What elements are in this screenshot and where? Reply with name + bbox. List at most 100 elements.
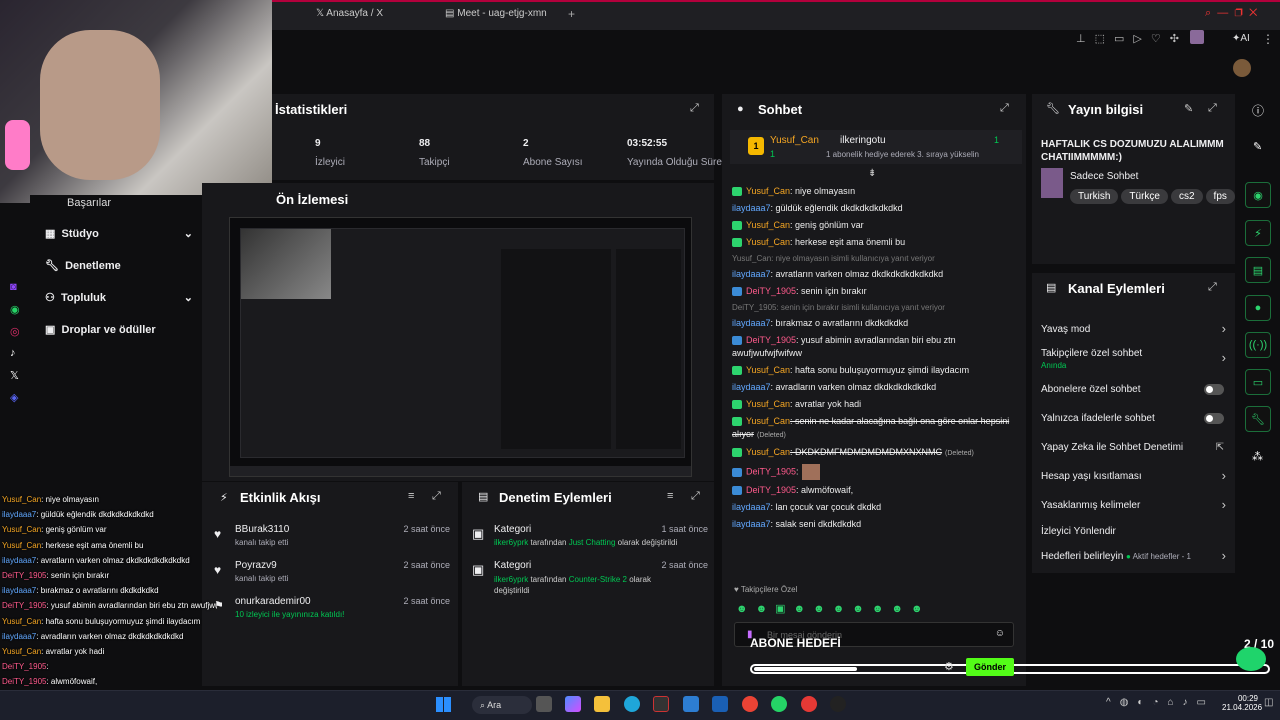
discord-icon[interactable]: ◈ xyxy=(10,391,18,404)
windows-start-icon[interactable] xyxy=(436,697,451,712)
heart-icon[interactable]: ♡ xyxy=(1151,33,1170,45)
ai-moderation-row[interactable]: Yapay Zeka ile Sohbet Denetimi ⇱ xyxy=(1041,442,1226,453)
store-icon[interactable] xyxy=(683,696,699,712)
broadcast-icon[interactable]: ((·)) xyxy=(1245,332,1271,358)
screenshot-icon[interactable]: ⬚ xyxy=(1095,33,1114,45)
new-tab-button[interactable]: + xyxy=(568,7,575,21)
taskbar-search[interactable]: ⌕ Ara xyxy=(472,696,532,714)
list-icon[interactable]: ▤ xyxy=(1245,257,1271,283)
chat-username[interactable]: Yusuf_Can xyxy=(746,220,790,230)
nav-item-drops[interactable]: ▣ Droplar ve ödüller xyxy=(45,323,156,336)
pin-icon[interactable]: ⊥ xyxy=(1076,33,1095,45)
filter-icon[interactable]: ≡ xyxy=(408,490,414,502)
notification-icon[interactable]: ◫ xyxy=(1264,697,1273,708)
cast-icon[interactable]: ▭ xyxy=(1114,33,1133,45)
chat-username[interactable]: ilaydaaa7 xyxy=(732,269,771,279)
chat-username[interactable]: Yusuf_Can xyxy=(746,447,790,457)
ai-button[interactable]: ✦AI xyxy=(1232,33,1250,44)
subs-chat-toggle[interactable] xyxy=(1204,384,1224,395)
expand-icon[interactable]: ⤢ xyxy=(1000,102,1009,115)
nav-item-moderation[interactable]: 🔧︎ Denetleme xyxy=(45,259,121,272)
play-icon[interactable]: ▷ xyxy=(1133,33,1150,45)
followers-chat-row[interactable]: Takipçilere özel sohbet Anında › xyxy=(1041,348,1226,370)
monitor-icon[interactable]: ▭ xyxy=(1245,369,1271,395)
chat-username[interactable]: Yusuf_Can xyxy=(746,365,790,375)
menu-dots-icon[interactable]: ⋮ xyxy=(1262,32,1274,46)
camera-icon[interactable]: ◉ xyxy=(1245,182,1271,208)
chat-username[interactable]: ilaydaaa7 xyxy=(732,519,771,529)
chat-username[interactable]: DeiTY_1905 xyxy=(746,466,796,476)
info-icon[interactable]: ⓘ xyxy=(1252,102,1264,119)
chat-username[interactable]: ilaydaaa7 xyxy=(732,382,771,392)
filter-icon[interactable]: ≡ xyxy=(667,490,673,502)
settings-icon[interactable]: ⚙ xyxy=(944,660,954,673)
tag[interactable]: Turkish xyxy=(1070,189,1119,204)
edge-icon[interactable] xyxy=(624,696,640,712)
expand-icon[interactable]: ⤢ xyxy=(432,490,441,503)
twitch-icon[interactable]: ◙ xyxy=(10,281,17,293)
emote-chat-toggle[interactable] xyxy=(1204,413,1224,424)
chat-username[interactable]: ilaydaaa7 xyxy=(732,203,771,213)
emoji-icon[interactable]: ☺ xyxy=(995,628,1005,639)
stats-panel: İstatistikleri ⤢ 9 İzleyici 88 Takipçi 2 Ab… xyxy=(272,94,722,180)
obs-icon[interactable] xyxy=(653,696,669,712)
expand-icon[interactable]: ⤢ xyxy=(1208,102,1217,115)
chat-username[interactable]: DeiTY_1905 xyxy=(746,335,796,345)
goals-row[interactable]: Hedefleri belirleyin ● Aktif hedefler - … xyxy=(1041,548,1226,563)
redirect-row[interactable]: İzleyici Yönlendir xyxy=(1041,526,1226,537)
expand-icon[interactable]: ⤢ xyxy=(691,490,700,503)
edit-icon[interactable]: ✎ xyxy=(1184,102,1193,115)
tag[interactable]: fps xyxy=(1205,189,1235,204)
copilot-icon[interactable] xyxy=(565,696,581,712)
chat-username[interactable]: Yusuf_Can xyxy=(746,237,790,247)
wrench-icon[interactable]: 🔧︎ xyxy=(1245,406,1271,432)
pencil-icon[interactable]: ✎ xyxy=(1253,140,1262,153)
moderation-desc: ilker6yprk tarafından Counter-Strike 2 o… xyxy=(494,574,674,596)
nav-item-partial[interactable]: Başarılar xyxy=(67,197,111,209)
tag[interactable]: Türkçe xyxy=(1121,189,1168,204)
slow-mode-row[interactable]: Yavaş mod › xyxy=(1041,321,1226,336)
profile-avatar-small[interactable] xyxy=(1190,30,1204,44)
chat-username[interactable]: ilaydaaa7 xyxy=(732,502,771,512)
outlook-icon[interactable] xyxy=(712,696,728,712)
scroll-down-icon[interactable]: ⇟ xyxy=(868,168,876,179)
chat-icon[interactable]: ● xyxy=(1245,295,1271,321)
explorer-icon[interactable] xyxy=(594,696,610,712)
nav-item-studio[interactable]: ▦ Stüdyo ⌄ xyxy=(45,227,195,240)
whatsapp-taskbar-icon[interactable] xyxy=(771,696,787,712)
x-icon[interactable]: 𝕏 xyxy=(10,369,19,382)
account-age-row[interactable]: Hesap yaşı kısıtlaması › xyxy=(1041,468,1226,483)
bolt-icon[interactable]: ⚡︎ xyxy=(1245,220,1271,246)
chat-username[interactable]: Yusuf_Can xyxy=(746,399,790,409)
preview-video[interactable] xyxy=(229,217,692,477)
maximize-icon[interactable]: ❐ xyxy=(1234,7,1242,19)
puzzle-icon[interactable]: ✣ xyxy=(1170,33,1188,45)
chrome-icon[interactable] xyxy=(742,696,758,712)
expand-icon[interactable]: ⤢ xyxy=(690,102,699,115)
instagram-icon[interactable]: ◎ xyxy=(10,325,20,338)
browser-tab-x[interactable]: 𝕏 Anasayfa / X xyxy=(316,8,383,19)
browser-tab-meet[interactable]: ▤ Meet - uag-etjg-xmn xyxy=(445,8,547,19)
expand-icon[interactable]: ⤢ xyxy=(1208,281,1217,294)
chat-message: Yusuf_Can: niye olmayasın xyxy=(732,185,1022,198)
chat-username[interactable]: Yusuf_Can xyxy=(746,186,790,196)
whatsapp-icon[interactable]: ◉ xyxy=(10,303,20,316)
user-badge-icon xyxy=(732,336,742,346)
chat-username[interactable]: DeiTY_1905 xyxy=(746,286,796,296)
task-view-icon[interactable] xyxy=(536,696,552,712)
app2-icon[interactable] xyxy=(830,696,846,712)
tiktok-icon[interactable]: ♪ xyxy=(10,347,16,359)
close-icon[interactable]: ✕ xyxy=(1249,7,1257,19)
banned-words-row[interactable]: Yasaklanmış kelimeler › xyxy=(1041,497,1226,512)
tag[interactable]: cs2 xyxy=(1170,189,1203,204)
chat-username[interactable]: ilaydaaa7 xyxy=(732,318,771,328)
send-button[interactable]: Gönder xyxy=(966,658,1014,676)
nav-item-community[interactable]: ⚇ Topluluk ⌄ xyxy=(45,291,195,304)
chat-username[interactable]: DeiTY_1905 xyxy=(746,485,796,495)
app-icon[interactable] xyxy=(801,696,817,712)
minimize-icon[interactable]: — xyxy=(1217,7,1228,19)
search-icon[interactable]: ⌕ xyxy=(1205,7,1211,19)
user-avatar[interactable] xyxy=(1233,59,1251,77)
community-icon[interactable]: ⁂ xyxy=(1252,450,1263,463)
chat-username[interactable]: Yusuf_Can xyxy=(746,416,790,426)
